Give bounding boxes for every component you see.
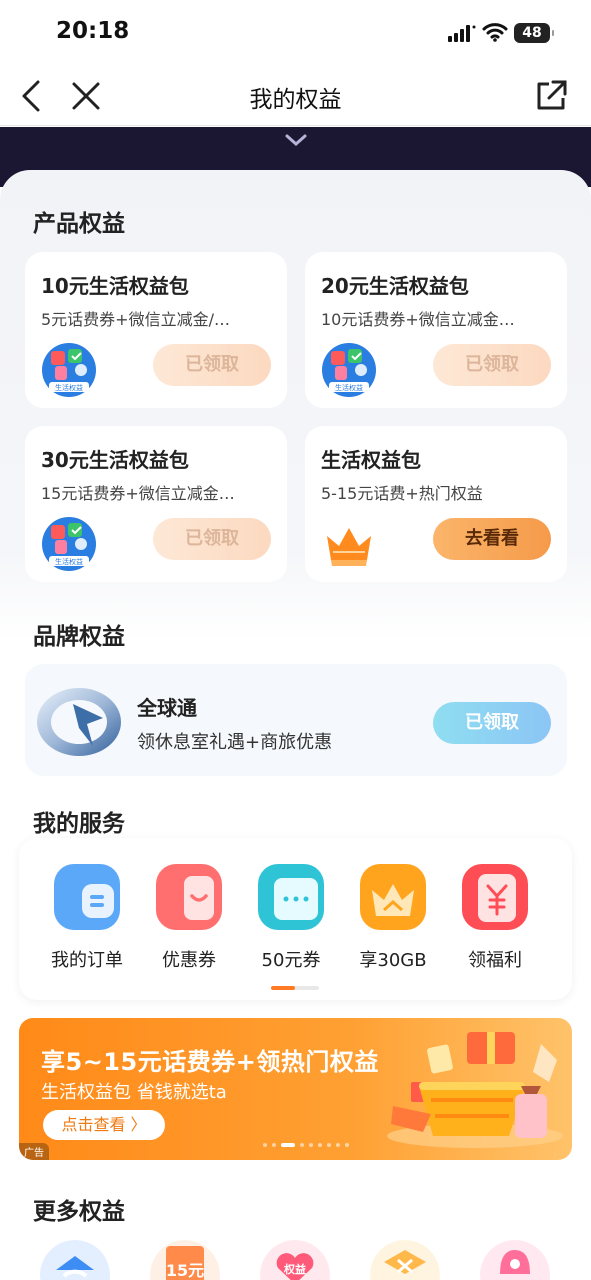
- product-card-10[interactable]: 10元生活权益包 5元话费券+微信立减金/… 生活权益 已领取: [25, 252, 287, 408]
- page-dot-active: [281, 1143, 295, 1147]
- crown-icon: [360, 864, 426, 930]
- service-label: 优惠券: [162, 950, 216, 971]
- banner-title: 享5~15元话费券+领热门权益: [41, 1048, 379, 1076]
- page-dot: [345, 1143, 349, 1147]
- banner-view-button[interactable]: 点击查看 〉: [43, 1110, 165, 1140]
- promo-banner[interactable]: 享5~15元话费券+领热门权益 生活权益包 省钱就选ta 点击查看 〉 广告: [19, 1018, 572, 1160]
- section-title-services: 我的服务: [33, 811, 125, 837]
- life-benefits-icon: 生活权益: [322, 343, 376, 397]
- view-button[interactable]: 去看看: [433, 518, 551, 560]
- page-dot: [336, 1143, 340, 1147]
- chevron-down-icon[interactable]: [284, 133, 308, 147]
- card-desc: 5-15元话费+热门权益: [321, 484, 483, 503]
- brand-desc: 领休息室礼遇+商旅优惠: [137, 732, 333, 753]
- service-label: 享30GB: [359, 950, 427, 971]
- card-desc: 5元话费券+微信立减金/…: [41, 310, 230, 329]
- card-title: 生活权益包: [321, 448, 421, 472]
- brand-card[interactable]: 全球通 领休息室礼遇+商旅优惠 已领取: [25, 664, 567, 776]
- service-label: 领福利: [468, 950, 522, 971]
- life-benefits-icon: 生活权益: [42, 517, 96, 571]
- service-label: 我的订单: [51, 950, 123, 971]
- card-title: 10元生活权益包: [41, 274, 189, 298]
- icon-label: 生活权益: [55, 557, 83, 566]
- navigation-bar: 我的权益: [0, 66, 591, 126]
- red-envelope-icon: [462, 864, 528, 930]
- order-icon: [54, 864, 120, 930]
- section-title-more: 更多权益: [33, 1199, 125, 1225]
- service-50-coupon[interactable]: 50元券: [241, 862, 341, 972]
- claimed-button[interactable]: 已领取: [153, 518, 271, 560]
- service-label: 50元券: [261, 950, 321, 971]
- card-title: 30元生活权益包: [41, 448, 189, 472]
- voucher-label: 15元: [166, 1261, 204, 1280]
- service-coupons[interactable]: 优惠券: [139, 862, 239, 972]
- banner-subtitle: 生活权益包 省钱就选ta: [41, 1082, 227, 1103]
- section-title-brand: 品牌权益: [33, 624, 125, 650]
- page-indicator-active: [271, 986, 295, 990]
- services-card: 我的订单 优惠券 50元券 享30GB 领福利: [19, 838, 572, 1000]
- heart-label: 权益: [283, 1262, 306, 1276]
- ticket-icon: [258, 864, 324, 930]
- service-30gb[interactable]: 享30GB: [343, 862, 443, 972]
- crown-icon: [327, 528, 371, 566]
- claimed-button[interactable]: 已领取: [433, 344, 551, 386]
- product-card-30[interactable]: 30元生活权益包 15元话费券+微信立减金… 生活权益 已领取: [25, 426, 287, 582]
- card-desc: 10元话费券+微信立减金…: [321, 310, 515, 329]
- brand-name: 全球通: [137, 696, 197, 720]
- status-time: 20:18: [56, 18, 130, 44]
- coupon-icon: [156, 864, 222, 930]
- card-title: 20元生活权益包: [321, 274, 469, 298]
- card-desc: 15元话费券+微信立减金…: [41, 484, 235, 503]
- status-bar: 20:18 48: [0, 0, 591, 66]
- claimed-button[interactable]: 已领取: [153, 344, 271, 386]
- gift-basket-icon: [387, 1032, 563, 1148]
- global-brand-logo-icon: [37, 688, 121, 756]
- banner-page-dots: [263, 1143, 349, 1147]
- icon-label: 生活权益: [55, 383, 83, 392]
- product-card-life-pack[interactable]: 生活权益包 5-15元话费+热门权益 去看看: [305, 426, 567, 582]
- service-welfare[interactable]: 领福利: [445, 862, 545, 972]
- page-dot: [263, 1143, 267, 1147]
- page-dot: [300, 1143, 304, 1147]
- life-benefits-icon: 生活权益: [42, 343, 96, 397]
- icon-label: 生活权益: [335, 383, 363, 392]
- page-dot: [318, 1143, 322, 1147]
- ad-tag: 广告: [19, 1143, 49, 1160]
- page-title: 我的权益: [249, 87, 342, 113]
- battery-icon: 48: [514, 23, 554, 43]
- cellular-signal-icon: [448, 25, 476, 42]
- brand-claimed-button[interactable]: 已领取: [433, 702, 551, 744]
- service-my-orders[interactable]: 我的订单: [37, 862, 137, 972]
- page-dot: [309, 1143, 313, 1147]
- product-card-20[interactable]: 20元生活权益包 10元话费券+微信立减金… 生活权益 已领取: [305, 252, 567, 408]
- share-icon[interactable]: [533, 78, 569, 114]
- wifi-icon: [482, 23, 508, 42]
- section-title-product: 产品权益: [33, 211, 125, 237]
- page-dot: [272, 1143, 276, 1147]
- page-dot: [327, 1143, 331, 1147]
